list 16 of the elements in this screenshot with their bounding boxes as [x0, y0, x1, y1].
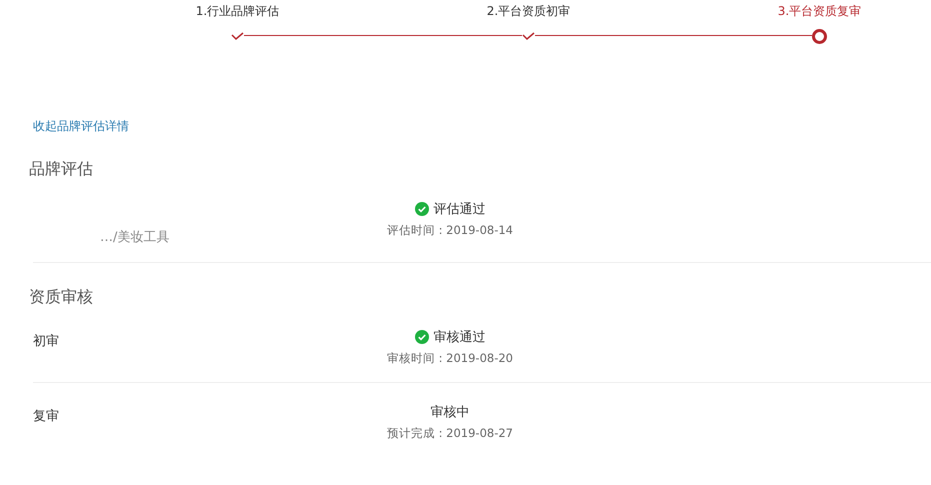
status-time: 审核时间 : 2019-08-20	[386, 351, 514, 366]
row-label: 复审	[33, 408, 60, 426]
step-label: 3.平台资质复审	[778, 4, 862, 20]
check-icon	[231, 32, 244, 40]
row-label: …/美妆工具	[99, 229, 170, 246]
row-label: 初审	[33, 333, 60, 351]
status-text: 审核通过	[434, 329, 486, 346]
section-title: 品牌评估	[29, 159, 94, 180]
collapse-link[interactable]: 收起品牌评估详情	[33, 118, 129, 135]
section-title: 资质审核	[29, 287, 94, 308]
status-text: 审核中	[430, 404, 470, 421]
status-time: 评估时间 : 2019-08-14	[386, 223, 514, 238]
status-time: 预计完成 : 2019-08-27	[386, 426, 514, 441]
step-label: 1.行业品牌评估	[196, 4, 280, 20]
status-text: 评估通过	[434, 201, 486, 218]
step-label: 2.平台资质初审	[486, 4, 570, 20]
